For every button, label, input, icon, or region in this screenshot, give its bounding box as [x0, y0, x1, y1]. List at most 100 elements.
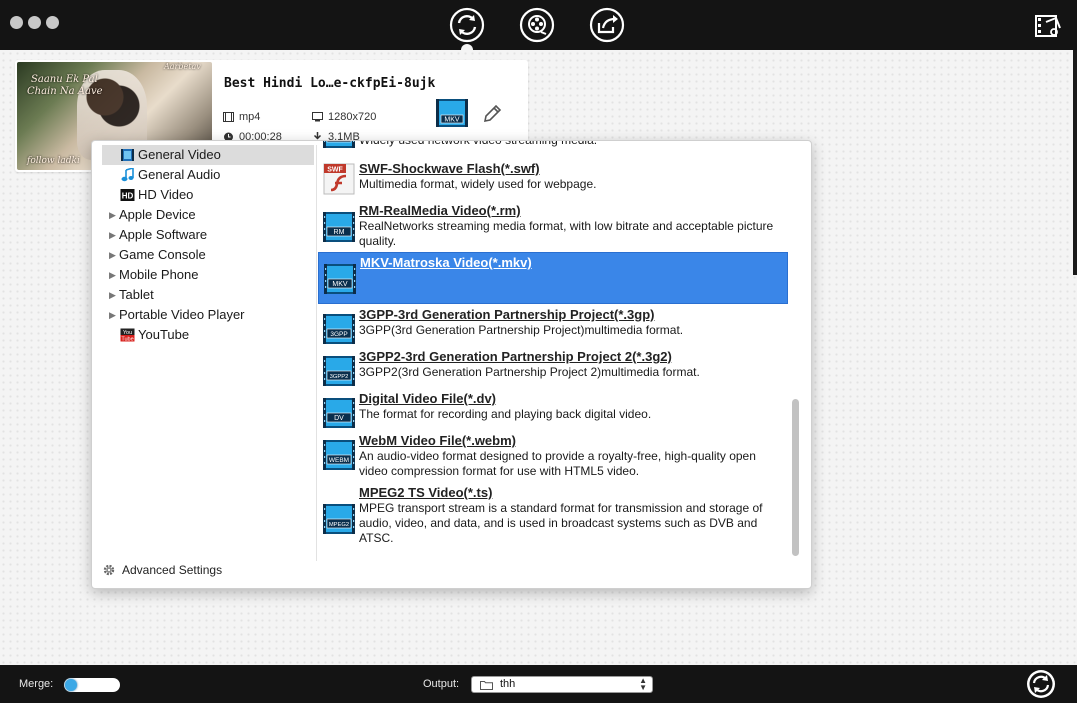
- mkv-format-icon: MKV: [436, 99, 468, 127]
- format-list: Widely used network video streaming medi…: [318, 141, 788, 559]
- category-item-portable-video-player[interactable]: ▶ Portable Video Player: [92, 305, 316, 325]
- svg-text:MPEG2: MPEG2: [329, 522, 349, 528]
- svg-text:WEBM: WEBM: [329, 457, 349, 464]
- category-label: Game Console: [119, 247, 206, 262]
- disclosure-triangle-icon[interactable]: ▶: [109, 245, 116, 265]
- video-title: Best Hindi Lo…e-ckfpEi-8ujk: [224, 76, 436, 91]
- minimize-window-button[interactable]: [28, 16, 41, 29]
- advanced-settings-button[interactable]: Advanced Settings: [102, 563, 222, 577]
- webm-format-icon: WEBM: [322, 439, 356, 471]
- svg-text:3GPP: 3GPP: [330, 331, 347, 338]
- thumbnail-caption: Saanu Ek Pal: [31, 74, 98, 85]
- category-list: General Video General Audio HD HD Video ▶ App…: [92, 145, 316, 345]
- mpeg2-format-icon: MPEG2: [322, 503, 356, 535]
- hd-icon: HD: [120, 188, 135, 202]
- dv-format-icon: DV: [322, 397, 356, 429]
- flash-icon: SWF: [322, 163, 356, 195]
- format-name: Digital Video File(*.dv): [359, 391, 497, 406]
- category-label: HD Video: [138, 187, 194, 202]
- output-folder-select[interactable]: thh ▲ ▼: [471, 676, 653, 693]
- monitor-icon: [312, 112, 323, 122]
- panel-divider: [316, 145, 317, 561]
- start-convert-button[interactable]: [1026, 669, 1056, 699]
- svg-text:MKV: MKV: [332, 281, 348, 288]
- format-item-rm[interactable]: RM RM-RealMedia Video(*.rm) RealNetworks s…: [318, 201, 788, 251]
- format-name: RM-RealMedia Video(*.rm): [359, 203, 521, 218]
- close-window-button[interactable]: [10, 16, 23, 29]
- category-item-hd-video[interactable]: HD HD Video: [92, 185, 316, 205]
- format-item-stream[interactable]: Widely used network video streaming medi…: [318, 141, 788, 155]
- format-item-webm[interactable]: WEBM WebM Video File(*.webm) An audio-vide…: [318, 431, 788, 483]
- rm-format-icon: RM: [322, 211, 356, 243]
- container-meta: mp4: [223, 111, 260, 123]
- media-icon[interactable]: [519, 7, 555, 43]
- category-label: Portable Video Player: [119, 307, 245, 322]
- music-note-icon: [120, 166, 135, 182]
- svg-text:Tube: Tube: [121, 336, 133, 342]
- mkv-format-icon: MKV: [323, 263, 357, 295]
- gear-icon: [103, 564, 115, 576]
- target-format-button[interactable]: MKV: [435, 98, 469, 128]
- format-description: The format for recording and playing bac…: [359, 407, 652, 421]
- zoom-window-button[interactable]: [46, 16, 59, 29]
- format-item-3gpp2[interactable]: 3GPP2 3GPP2-3rd Generation Partnership Pr…: [318, 347, 788, 389]
- disclosure-triangle-icon[interactable]: ▶: [109, 305, 116, 325]
- category-label: General Video: [138, 147, 221, 162]
- format-list-scrollbar[interactable]: [792, 399, 799, 556]
- format-name: MKV-Matroska Video(*.mkv): [360, 255, 532, 270]
- category-item-mobile-phone[interactable]: ▶ Mobile Phone: [92, 265, 316, 285]
- toggle-knob: [65, 679, 77, 691]
- share-icon[interactable]: [589, 7, 625, 43]
- resolution-meta: 1280x720: [312, 111, 376, 123]
- resolution-value: 1280x720: [328, 111, 377, 123]
- category-item-game-console[interactable]: ▶ Game Console: [92, 245, 316, 265]
- category-item-youtube[interactable]: You Tube YouTube: [92, 325, 316, 345]
- category-item-apple-device[interactable]: ▶ Apple Device: [92, 205, 316, 225]
- stream-format-icon: [322, 141, 356, 149]
- disclosure-triangle-icon[interactable]: ▶: [109, 205, 116, 225]
- format-item-3gpp[interactable]: 3GPP 3GPP-3rd Generation Partnership Proj…: [318, 305, 788, 347]
- format-item-mkv[interactable]: MKV MKV-Matroska Video(*.mkv): [318, 252, 788, 304]
- disclosure-triangle-icon[interactable]: ▶: [109, 225, 116, 245]
- convert-icon[interactable]: [449, 7, 485, 43]
- format-description: Widely used network video streaming medi…: [359, 141, 784, 148]
- window-edge-strip: [1073, 50, 1077, 275]
- format-name: 3GPP2-3rd Generation Partnership Project…: [359, 349, 672, 364]
- category-item-general-audio[interactable]: General Audio: [92, 165, 316, 185]
- format-item-swf[interactable]: SWF SWF-Shockwave Flash(*.swf) Multimedia …: [318, 159, 788, 201]
- category-label: General Audio: [138, 167, 221, 182]
- format-name: MPEG2 TS Video(*.ts): [359, 485, 493, 500]
- container-value: mp4: [239, 111, 261, 123]
- merge-label: Merge:: [19, 678, 54, 690]
- film-settings-icon[interactable]: [1032, 10, 1064, 42]
- category-label: Apple Device: [119, 207, 196, 222]
- 3gpp2-format-icon: 3GPP2: [322, 355, 356, 387]
- category-item-apple-software[interactable]: ▶ Apple Software: [92, 225, 316, 245]
- svg-text:You: You: [123, 330, 132, 336]
- category-label: Apple Software: [119, 227, 208, 242]
- thumbnail-caption: Aarbetav: [164, 62, 201, 71]
- 3gpp-format-icon: 3GPP: [322, 313, 356, 345]
- format-name: WebM Video File(*.webm): [359, 433, 516, 448]
- category-item-general-video[interactable]: General Video: [102, 145, 314, 165]
- category-item-tablet[interactable]: ▶ Tablet: [92, 285, 316, 305]
- svg-text:RM: RM: [334, 229, 345, 236]
- format-item-dv[interactable]: DV Digital Video File(*.dv) The format for…: [318, 389, 788, 431]
- format-name: 3GPP-3rd Generation Partnership Project(…: [359, 307, 655, 322]
- format-picker-popover: General Video General Audio HD HD Video ▶ App…: [91, 140, 812, 589]
- svg-text:HD: HD: [122, 192, 134, 201]
- output-label: Output:: [423, 678, 460, 690]
- youtube-icon: You Tube: [120, 328, 135, 342]
- output-folder-value: thh: [500, 678, 516, 690]
- edit-icon[interactable]: [481, 103, 503, 125]
- disclosure-triangle-icon[interactable]: ▶: [109, 285, 116, 305]
- format-name: SWF-Shockwave Flash(*.swf): [359, 161, 540, 176]
- top-toolbar: [0, 0, 1077, 56]
- category-label: Mobile Phone: [119, 267, 199, 282]
- format-description: 3GPP(3rd Generation Partnership Project)…: [359, 323, 684, 337]
- merge-toggle[interactable]: [64, 678, 120, 692]
- format-description: An audio-video format designed to provid…: [359, 449, 756, 478]
- format-item-mpeg2[interactable]: MPEG2 MPEG2 TS Video(*.ts) MPEG transport …: [318, 483, 788, 559]
- disclosure-triangle-icon[interactable]: ▶: [109, 265, 116, 285]
- advanced-settings-label: Advanced Settings: [122, 563, 223, 577]
